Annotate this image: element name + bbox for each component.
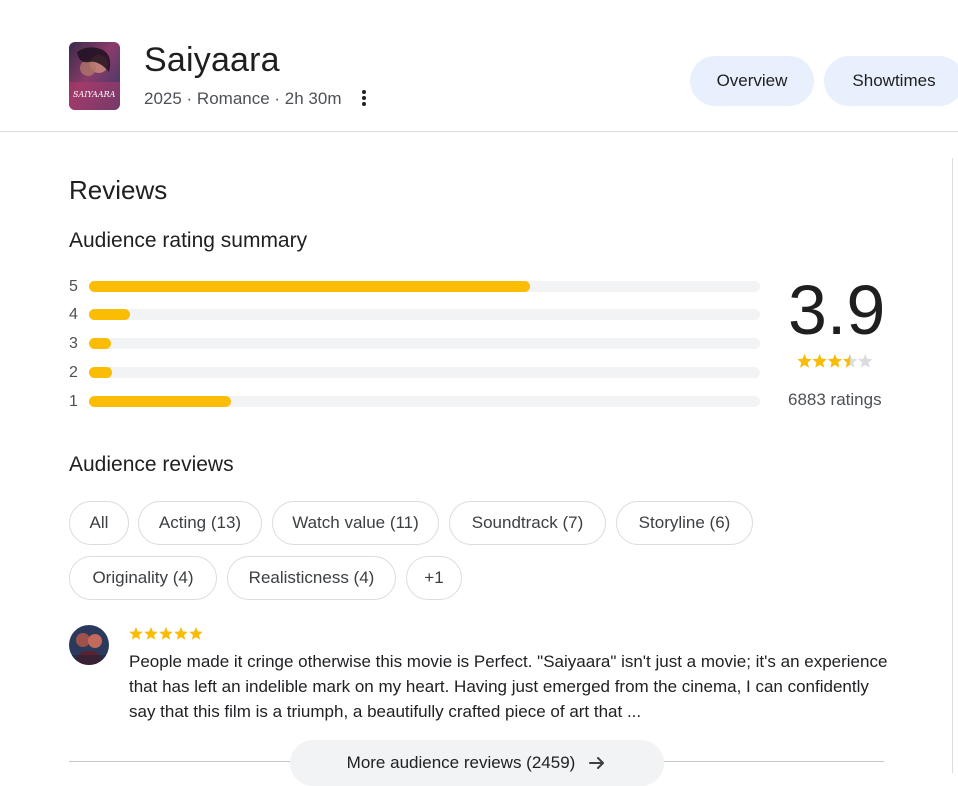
filter-chip-more[interactable]: +1 <box>406 556 462 600</box>
rating-bar-fill <box>89 309 130 320</box>
rating-summary-heading: Audience rating summary <box>69 229 308 252</box>
reviewer-avatar[interactable] <box>69 625 109 665</box>
star-fill-icon <box>797 354 812 368</box>
movie-meta: 2025 · Romance · 2h 30m <box>144 89 342 108</box>
review-stars <box>129 627 205 643</box>
star-fill-icon <box>159 627 173 640</box>
poster-title-text: SAIYAARA <box>73 90 116 99</box>
movie-header: SAIYAARA Saiyaara 2025 · Romance · 2h 30… <box>0 0 958 132</box>
filter-chip-acting[interactable]: Acting (13) <box>138 501 262 545</box>
divider-line <box>69 761 290 762</box>
rating-bar-track <box>89 367 760 378</box>
movie-poster[interactable]: SAIYAARA <box>69 42 120 110</box>
rating-bar-track <box>89 396 760 407</box>
average-stars <box>797 354 873 372</box>
reviews-heading: Reviews <box>69 175 168 205</box>
rating-bar-row[interactable]: 2 <box>69 363 761 383</box>
average-rating: 3.9 <box>788 271 886 349</box>
arrow-right-icon <box>589 757 605 769</box>
rating-bar-label: 3 <box>69 335 78 352</box>
rating-bar-fill <box>89 338 111 349</box>
star-fill-icon <box>144 627 158 640</box>
filter-chip-soundtrack[interactable]: Soundtrack (7) <box>449 501 606 545</box>
rating-bar-label: 5 <box>69 278 78 295</box>
rating-bar-fill <box>89 367 112 378</box>
star-fill-icon <box>827 354 843 368</box>
rating-bar-row[interactable]: 4 <box>69 305 761 325</box>
ratings-count: 6883 ratings <box>788 390 882 409</box>
filter-chip-originality[interactable]: Originality (4) <box>69 556 217 600</box>
panel-divider <box>952 158 953 773</box>
audience-reviews-heading: Audience reviews <box>69 453 234 476</box>
star-fill-icon <box>129 627 143 640</box>
star-fill-icon <box>812 354 827 368</box>
filter-chip-storyline[interactable]: Storyline (6) <box>616 501 753 545</box>
star-fill-icon <box>189 627 203 640</box>
filter-chip-watch-value[interactable]: Watch value (11) <box>272 501 439 545</box>
rating-bar-label: 2 <box>69 364 78 381</box>
rating-bar-row[interactable]: 1 <box>69 392 761 412</box>
tab-overview[interactable]: Overview <box>690 56 814 106</box>
movie-title: Saiyaara <box>144 41 280 79</box>
rating-bar-fill <box>89 281 530 292</box>
rating-bar-track <box>89 281 760 292</box>
rating-bar-row[interactable]: 3 <box>69 334 761 354</box>
rating-bar-track <box>89 309 760 320</box>
review-text[interactable]: People made it cringe otherwise this mov… <box>129 649 889 724</box>
more-reviews-label: More audience reviews (2459) <box>346 753 576 772</box>
tab-showtimes[interactable]: Showtimes <box>824 56 958 106</box>
star-fill-icon <box>174 627 188 640</box>
more-audience-reviews-button[interactable]: More audience reviews (2459) <box>290 740 664 786</box>
rating-bar-track <box>89 338 760 349</box>
filter-chip-realisticness[interactable]: Realisticness (4) <box>227 556 396 600</box>
filter-chip-all[interactable]: All <box>69 501 129 545</box>
rating-bar-fill <box>89 396 231 407</box>
divider-line <box>664 761 884 762</box>
more-options-icon[interactable] <box>355 87 373 109</box>
star-icon <box>858 354 873 368</box>
rating-bar-row[interactable]: 5 <box>69 277 761 297</box>
rating-bar-label: 1 <box>69 393 78 410</box>
rating-bar-label: 4 <box>69 306 78 323</box>
